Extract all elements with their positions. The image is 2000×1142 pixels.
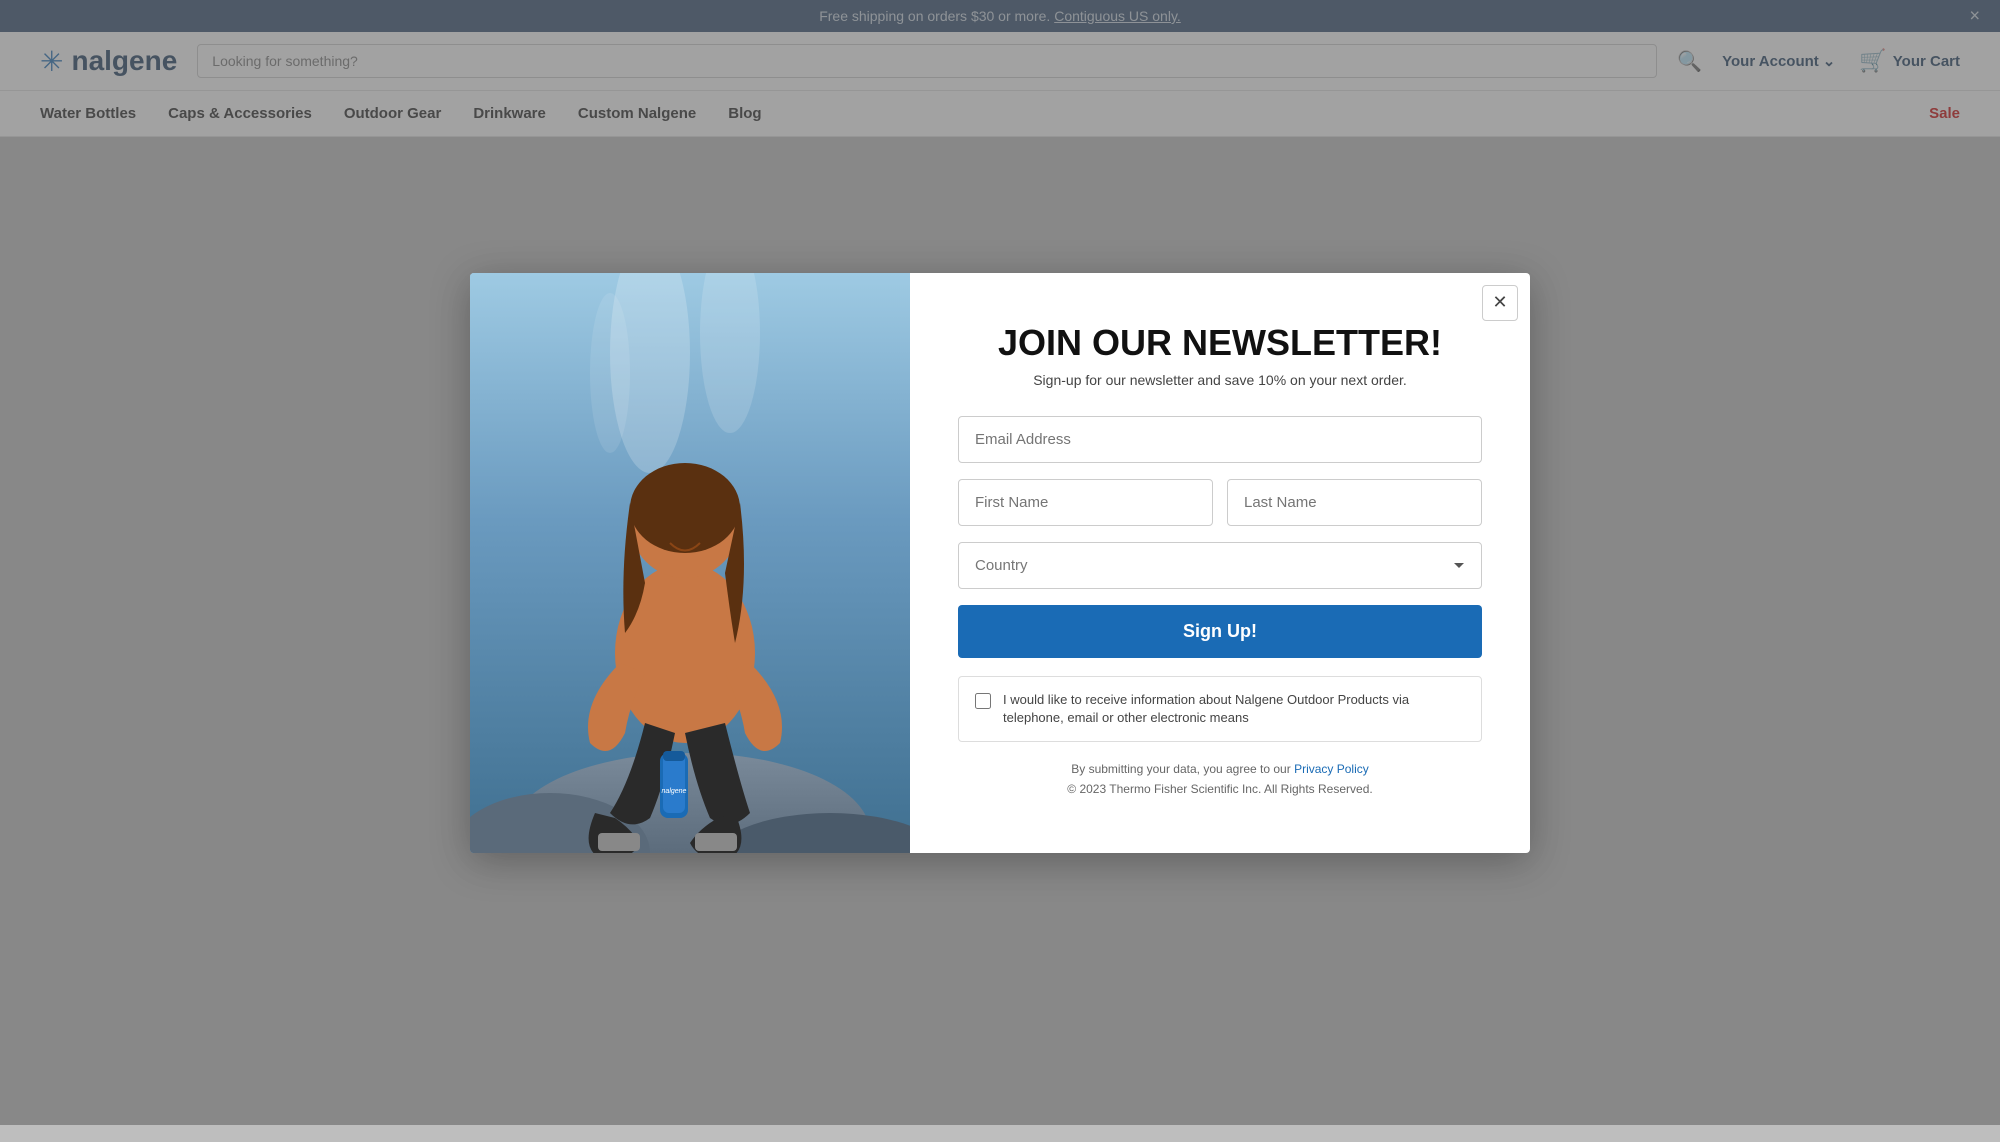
modal-image-panel: nalgene: [470, 273, 910, 853]
modal-subtitle: Sign-up for our newsletter and save 10% …: [958, 372, 1482, 388]
close-icon: ✕: [1492, 292, 1507, 313]
name-row: [958, 479, 1482, 526]
modal-form-panel: ✕ JOIN OUR NEWSLETTER! Sign-up for our n…: [910, 273, 1530, 853]
footer-prefix: By submitting your data, you agree to ou…: [1071, 762, 1290, 776]
sign-up-button[interactable]: Sign Up!: [958, 605, 1482, 658]
consent-checkbox[interactable]: [975, 693, 991, 709]
email-group: [958, 416, 1482, 463]
close-modal-button[interactable]: ✕: [1482, 285, 1518, 321]
copyright-text: © 2023 Thermo Fisher Scientific Inc. All…: [1067, 782, 1372, 796]
footer-text: By submitting your data, you agree to ou…: [958, 760, 1482, 798]
svg-text:nalgene: nalgene: [662, 788, 687, 795]
email-input[interactable]: [958, 416, 1482, 463]
last-name-input[interactable]: [1227, 479, 1482, 526]
newsletter-modal: nalgene ✕ JOIN OUR NEWSLETTER! Sign-up f…: [470, 273, 1530, 853]
consent-container: I would like to receive information abou…: [958, 676, 1482, 742]
consent-label[interactable]: I would like to receive information abou…: [1003, 691, 1465, 727]
modal-overlay[interactable]: nalgene ✕ JOIN OUR NEWSLETTER! Sign-up f…: [0, 0, 2000, 1125]
first-name-input[interactable]: [958, 479, 1213, 526]
country-select[interactable]: Country United States Canada United King…: [958, 542, 1482, 589]
modal-title: JOIN OUR NEWSLETTER!: [958, 323, 1482, 363]
privacy-policy-link[interactable]: Privacy Policy: [1294, 762, 1369, 776]
